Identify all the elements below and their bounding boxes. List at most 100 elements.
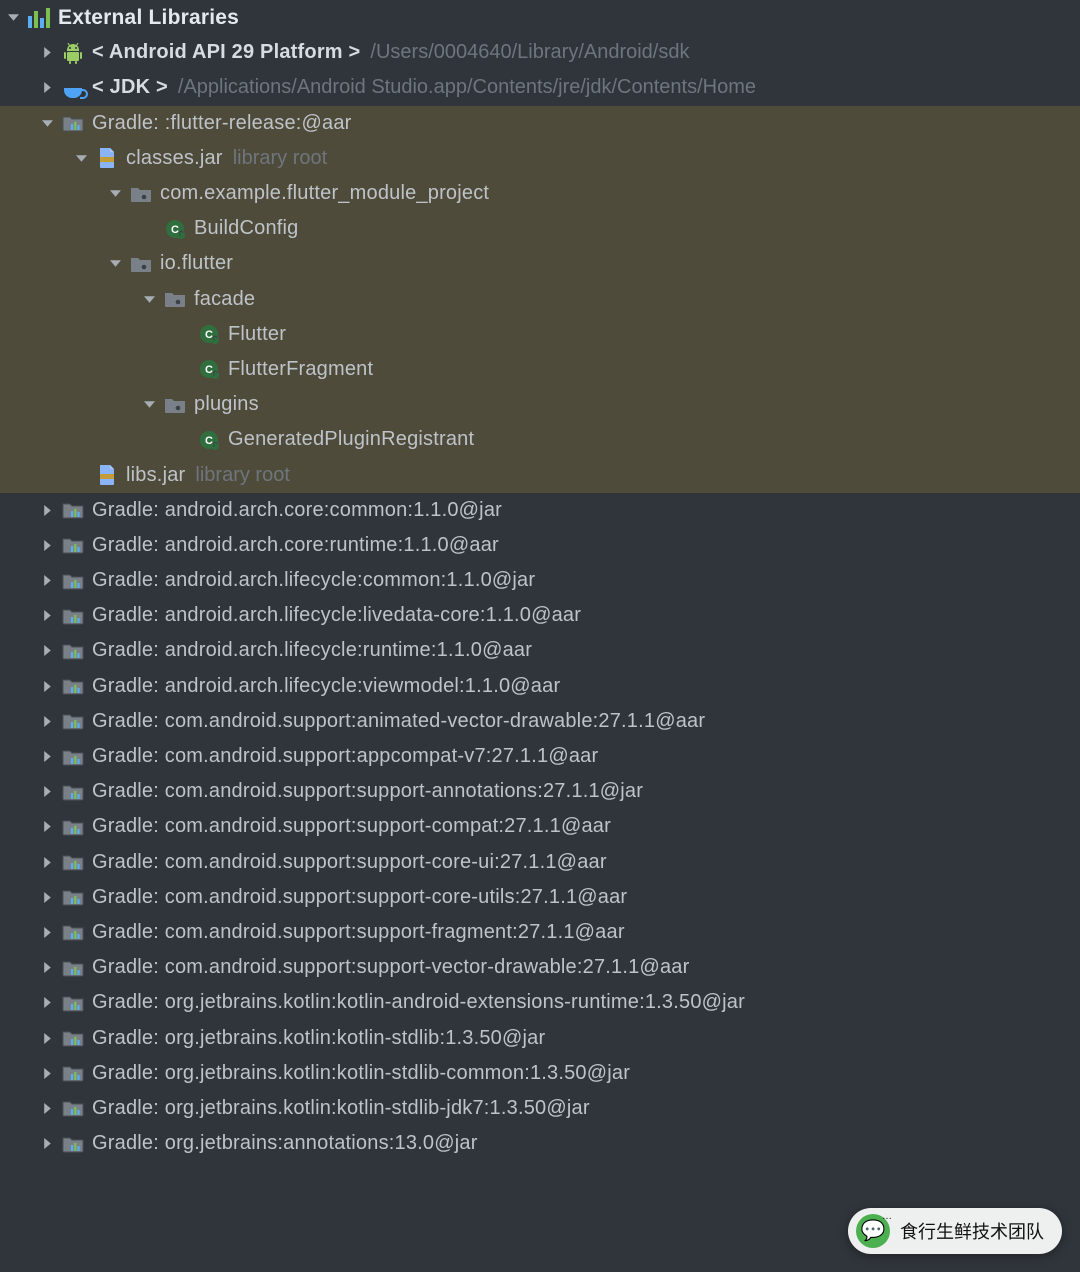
expand-arrow-icon[interactable] bbox=[38, 923, 56, 941]
expand-arrow-icon[interactable] bbox=[4, 9, 22, 27]
tree-label: io.flutter bbox=[160, 252, 233, 275]
expand-arrow-icon[interactable] bbox=[38, 888, 56, 906]
tree-label: Gradle: com.android.support:support-frag… bbox=[92, 921, 625, 944]
expand-arrow-icon[interactable] bbox=[38, 607, 56, 625]
library-folder-icon bbox=[62, 1027, 84, 1049]
expand-arrow-icon[interactable] bbox=[140, 396, 158, 414]
library-folder-icon bbox=[62, 112, 84, 134]
expand-arrow-icon[interactable] bbox=[140, 290, 158, 308]
class-icon: C bbox=[198, 358, 220, 380]
tree-row-pkg-facade[interactable]: facade bbox=[0, 282, 1080, 317]
expand-arrow-icon[interactable] bbox=[38, 501, 56, 519]
tree-label: BuildConfig bbox=[194, 217, 299, 240]
tree-label: /Applications/Android Studio.app/Content… bbox=[178, 76, 756, 99]
expand-arrow-icon[interactable] bbox=[38, 79, 56, 97]
library-folder-icon bbox=[62, 816, 84, 838]
expand-arrow-icon[interactable] bbox=[38, 1029, 56, 1047]
tree-row-g-sup-vecdraw[interactable]: Gradle: com.android.support:support-vect… bbox=[0, 950, 1080, 985]
tree-label: Gradle: com.android.support:support-core… bbox=[92, 886, 627, 909]
package-icon bbox=[130, 183, 152, 205]
tree-row-g-sup-animvec[interactable]: Gradle: com.android.support:animated-vec… bbox=[0, 704, 1080, 739]
library-folder-icon bbox=[62, 886, 84, 908]
library-folder-icon bbox=[62, 781, 84, 803]
tree-label: Gradle: android.arch.lifecycle:viewmodel… bbox=[92, 675, 560, 698]
expand-arrow-icon[interactable] bbox=[72, 149, 90, 167]
expand-arrow-icon[interactable] bbox=[38, 712, 56, 730]
tree-row-g-jetbrains-annot[interactable]: Gradle: org.jetbrains:annotations:13.0@j… bbox=[0, 1126, 1080, 1161]
library-folder-icon bbox=[62, 640, 84, 662]
tree-label: External Libraries bbox=[58, 6, 239, 30]
tree-label: Gradle: org.jetbrains.kotlin:kotlin-stdl… bbox=[92, 1097, 590, 1120]
tree-label: Flutter bbox=[228, 323, 286, 346]
watermark-badge: 💬… 食行生鲜技术团队 bbox=[848, 1208, 1062, 1254]
library-folder-icon bbox=[62, 1097, 84, 1119]
project-tree[interactable]: External Libraries < Android API 29 Plat… bbox=[0, 0, 1080, 1161]
tree-row-g-kotlin-stdlib[interactable]: Gradle: org.jetbrains.kotlin:kotlin-stdl… bbox=[0, 1020, 1080, 1055]
tree-row-class-genplugin[interactable]: C GeneratedPluginRegistrant bbox=[0, 422, 1080, 457]
tree-row-g-sup-coreutils[interactable]: Gradle: com.android.support:support-core… bbox=[0, 880, 1080, 915]
tree-row-g-sup-coreui[interactable]: Gradle: com.android.support:support-core… bbox=[0, 845, 1080, 880]
expand-arrow-icon[interactable] bbox=[38, 959, 56, 977]
expand-arrow-icon[interactable] bbox=[38, 748, 56, 766]
expand-arrow-icon[interactable] bbox=[38, 44, 56, 62]
tree-row-g-arch-core-runtime[interactable]: Gradle: android.arch.core:runtime:1.1.0@… bbox=[0, 528, 1080, 563]
tree-row-g-sup-compat[interactable]: Gradle: com.android.support:support-comp… bbox=[0, 809, 1080, 844]
class-icon: C bbox=[198, 323, 220, 345]
jar-file-icon bbox=[96, 147, 118, 169]
tree-row-android-api[interactable]: < Android API 29 Platform >/Users/000464… bbox=[0, 35, 1080, 70]
expand-arrow-icon[interactable] bbox=[38, 572, 56, 590]
expand-arrow-icon[interactable] bbox=[38, 1099, 56, 1117]
expand-arrow-icon[interactable] bbox=[38, 853, 56, 871]
class-icon: C bbox=[164, 218, 186, 240]
expand-arrow-icon[interactable] bbox=[106, 185, 124, 203]
tree-row-g-arch-life-common[interactable]: Gradle: android.arch.lifecycle:common:1.… bbox=[0, 563, 1080, 598]
tree-label: Gradle: com.android.support:animated-vec… bbox=[92, 710, 705, 733]
tree-row-g-sup-fragment[interactable]: Gradle: com.android.support:support-frag… bbox=[0, 915, 1080, 950]
tree-row-g-arch-life-runtime[interactable]: Gradle: android.arch.lifecycle:runtime:1… bbox=[0, 633, 1080, 668]
library-folder-icon bbox=[62, 499, 84, 521]
expand-arrow-icon[interactable] bbox=[106, 255, 124, 273]
tree-row-gradle-flutter-release[interactable]: Gradle: :flutter-release:@aar bbox=[0, 106, 1080, 141]
tree-row-g-arch-life-livedata[interactable]: Gradle: android.arch.lifecycle:livedata-… bbox=[0, 598, 1080, 633]
tree-row-g-sup-appcompat[interactable]: Gradle: com.android.support:appcompat-v7… bbox=[0, 739, 1080, 774]
tree-label: < Android API 29 Platform > bbox=[92, 41, 360, 64]
tree-row-g-kotlin-ext[interactable]: Gradle: org.jetbrains.kotlin:kotlin-andr… bbox=[0, 985, 1080, 1020]
expand-arrow-icon[interactable] bbox=[38, 1135, 56, 1153]
tree-row-root[interactable]: External Libraries bbox=[0, 0, 1080, 35]
expand-arrow-icon[interactable] bbox=[38, 783, 56, 801]
tree-row-g-kotlin-stdlib-common[interactable]: Gradle: org.jetbrains.kotlin:kotlin-stdl… bbox=[0, 1056, 1080, 1091]
tree-row-class-flutterfragment[interactable]: C FlutterFragment bbox=[0, 352, 1080, 387]
android-icon bbox=[62, 42, 84, 64]
library-folder-icon bbox=[62, 957, 84, 979]
tree-row-libs-jar[interactable]: libs.jarlibrary root bbox=[0, 457, 1080, 492]
tree-label: Gradle: android.arch.lifecycle:runtime:1… bbox=[92, 639, 532, 662]
library-folder-icon bbox=[62, 851, 84, 873]
library-folder-icon bbox=[62, 534, 84, 556]
library-folder-icon bbox=[62, 570, 84, 592]
expand-arrow-icon[interactable] bbox=[38, 114, 56, 132]
jar-file-icon bbox=[96, 464, 118, 486]
expand-arrow-icon[interactable] bbox=[38, 677, 56, 695]
expand-arrow-icon[interactable] bbox=[38, 536, 56, 554]
tree-row-jdk[interactable]: < JDK >/Applications/Android Studio.app/… bbox=[0, 70, 1080, 105]
tree-label: Gradle: android.arch.lifecycle:livedata-… bbox=[92, 604, 581, 627]
tree-row-pkg-plugins[interactable]: plugins bbox=[0, 387, 1080, 422]
tree-label: library root bbox=[233, 147, 327, 170]
tree-label: Gradle: org.jetbrains.kotlin:kotlin-stdl… bbox=[92, 1027, 545, 1050]
tree-row-pkg-example[interactable]: com.example.flutter_module_project bbox=[0, 176, 1080, 211]
tree-row-g-arch-core-common[interactable]: Gradle: android.arch.core:common:1.1.0@j… bbox=[0, 493, 1080, 528]
tree-row-pkg-ioflutter[interactable]: io.flutter bbox=[0, 246, 1080, 281]
expand-arrow-icon[interactable] bbox=[38, 642, 56, 660]
tree-row-class-flutter[interactable]: C Flutter bbox=[0, 317, 1080, 352]
expand-arrow-icon[interactable] bbox=[38, 994, 56, 1012]
tree-row-g-sup-annot[interactable]: Gradle: com.android.support:support-anno… bbox=[0, 774, 1080, 809]
tree-row-class-buildconfig[interactable]: C BuildConfig bbox=[0, 211, 1080, 246]
expand-arrow-icon[interactable] bbox=[38, 818, 56, 836]
tree-row-g-kotlin-stdlib-jdk7[interactable]: Gradle: org.jetbrains.kotlin:kotlin-stdl… bbox=[0, 1091, 1080, 1126]
tree-label: library root bbox=[195, 464, 289, 487]
tree-row-classes-jar[interactable]: classes.jarlibrary root bbox=[0, 141, 1080, 176]
tree-row-g-arch-life-viewmodel[interactable]: Gradle: android.arch.lifecycle:viewmodel… bbox=[0, 669, 1080, 704]
expand-arrow-icon[interactable] bbox=[38, 1064, 56, 1082]
library-folder-icon bbox=[62, 746, 84, 768]
tree-label: Gradle: com.android.support:appcompat-v7… bbox=[92, 745, 598, 768]
